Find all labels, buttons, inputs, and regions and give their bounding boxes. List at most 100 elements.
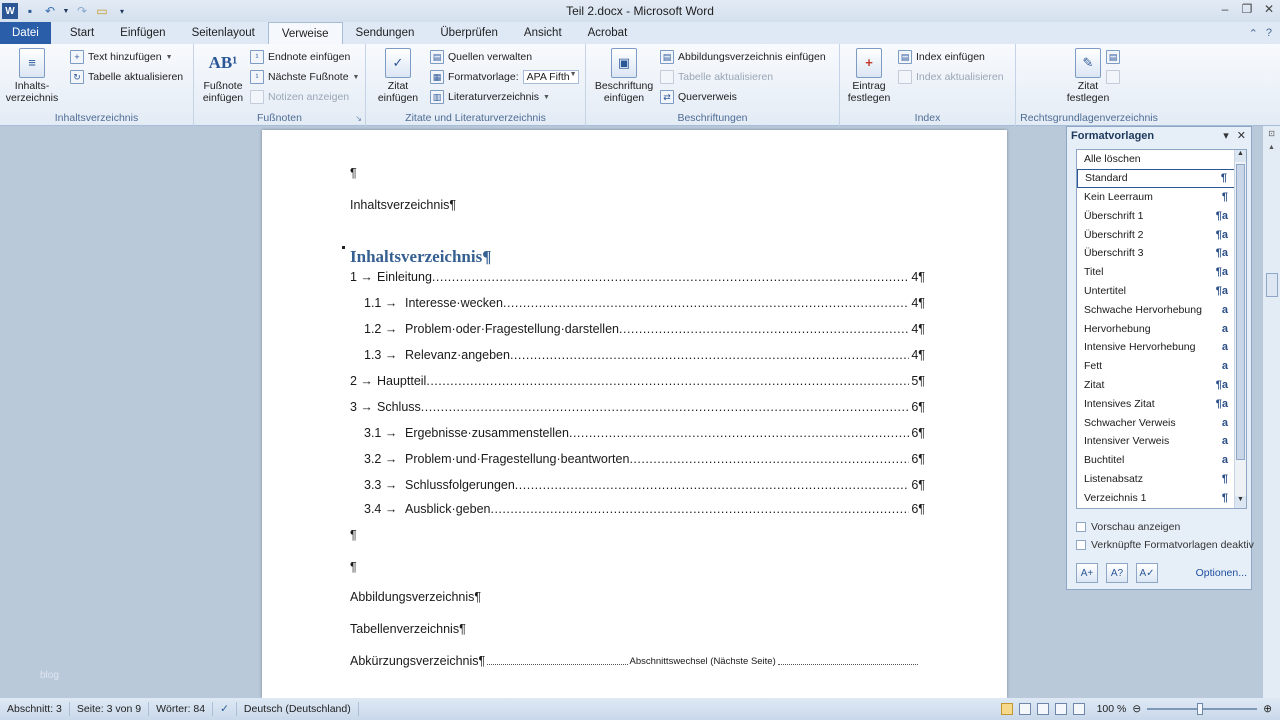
insert-figures-list-button[interactable]: ▤ Abbildungsverzeichnis einfügen	[660, 48, 826, 66]
style-item[interactable]: Überschrift 1 ¶a	[1077, 206, 1246, 225]
toc-entry[interactable]: 1.2 → Problem·oder·Fragestellung·darstell…	[364, 322, 925, 336]
restore-icon[interactable]: ❐	[1236, 0, 1258, 18]
print-layout-icon[interactable]	[1000, 703, 1013, 715]
figures-list-line[interactable]: Abbildungsverzeichnis¶	[350, 590, 481, 604]
style-item[interactable]: Intensiver Verweis a	[1077, 432, 1246, 451]
scroll-up-icon[interactable]: ▲	[1263, 144, 1280, 151]
toc-entry[interactable]: 3.2 → Problem·und·Fragestellung·beantwort…	[364, 452, 925, 466]
style-item[interactable]: Kein Leerraum ¶	[1077, 188, 1246, 207]
abbreviations-line[interactable]: Abkürzungsverzeichnis¶ Abschnittswechsel…	[350, 654, 920, 668]
insert-authorities-button[interactable]: ▤	[1106, 48, 1120, 66]
style-item[interactable]: Titel ¶a	[1077, 263, 1246, 282]
minimize-icon[interactable]: –	[1214, 0, 1236, 18]
update-authorities-button[interactable]	[1106, 68, 1120, 86]
status-words[interactable]: Wörter: 84	[149, 702, 214, 716]
status-language[interactable]: Deutsch (Deutschland)	[237, 702, 359, 716]
styles-scroll-thumb[interactable]	[1236, 164, 1245, 460]
show-notes-button[interactable]: Notizen anzeigen	[250, 88, 349, 106]
zoom-in-icon[interactable]: ⊕	[1263, 703, 1272, 715]
zoom-level[interactable]: 100 %	[1097, 703, 1127, 715]
style-item[interactable]: Schwacher Verweis a	[1077, 413, 1246, 432]
zoom-out-icon[interactable]: ⊖	[1132, 703, 1141, 715]
tab-ueberpruefen[interactable]: Überprüfen	[427, 22, 511, 44]
empty-paragraph[interactable]: ¶	[350, 528, 357, 542]
style-item[interactable]: Intensives Zitat ¶a	[1077, 394, 1246, 413]
style-selector[interactable]: ▦ Formatvorlage: APA Fifth ▼	[430, 68, 579, 86]
minimize-ribbon-icon[interactable]: ⌃	[1249, 27, 1258, 40]
style-item[interactable]: Untertitel ¶a	[1077, 282, 1246, 301]
update-figures-table-button[interactable]: Tabelle aktualisieren	[660, 68, 773, 86]
update-toc-button[interactable]: ↻ Tabelle aktualisieren	[70, 68, 183, 86]
toc-entry[interactable]: 3.4 → Ausblick·geben 6¶	[364, 502, 925, 516]
document-scroll-thumb[interactable]	[1266, 273, 1278, 297]
web-layout-icon[interactable]	[1036, 703, 1049, 715]
mark-entry-button[interactable]: + Eintrag festlegen	[844, 48, 894, 104]
style-item[interactable]: Buchtitel a	[1077, 451, 1246, 470]
styles-scrollbar[interactable]: ▲ ▼	[1234, 150, 1246, 508]
toc-entry[interactable]: 1.1 → Interesse·wecken 4¶	[364, 296, 925, 310]
document-page[interactable]: ¶ Inhaltsverzeichnis¶ Inhaltsverzeichnis…	[262, 130, 1007, 698]
tab-acrobat[interactable]: Acrobat	[575, 22, 641, 44]
toc-entry[interactable]: 1 → Einleitung 4¶	[350, 270, 925, 284]
style-item[interactable]: Zitat ¶a	[1077, 376, 1246, 395]
new-style-icon[interactable]: A+	[1076, 563, 1098, 583]
toc-entry[interactable]: 2 → Hauptteil 5¶	[350, 374, 925, 388]
insert-index-button[interactable]: ▤ Index einfügen	[898, 48, 985, 66]
style-item[interactable]: Hervorhebung a	[1077, 319, 1246, 338]
style-item[interactable]: Listenabsatz ¶	[1077, 470, 1246, 489]
ruler-toggle-icon[interactable]: ⊡	[1263, 129, 1280, 138]
tab-ansicht[interactable]: Ansicht	[511, 22, 575, 44]
scroll-down-icon[interactable]: ▼	[1235, 496, 1246, 508]
document-scrollbar[interactable]: ⊡ ▲	[1262, 126, 1280, 698]
toc-entry[interactable]: 3.1 → Ergebnisse·zusammenstellen 6¶	[364, 426, 925, 440]
toc-button[interactable]: ≡ Inhalts- verzeichnis	[4, 48, 60, 104]
close-icon[interactable]: ✕	[1258, 0, 1280, 18]
pane-options-icon[interactable]: ▾	[1223, 129, 1229, 142]
draft-icon[interactable]	[1072, 703, 1085, 715]
insert-footnote-button[interactable]: AB¹ Fußnote einfügen	[200, 48, 246, 104]
style-item[interactable]: Fett a	[1077, 357, 1246, 376]
tables-list-line[interactable]: Tabellenverzeichnis¶	[350, 622, 466, 636]
add-text-button[interactable]: + Text hinzufügen ▼	[70, 48, 173, 66]
style-item[interactable]: Intensive Hervorhebung a	[1077, 338, 1246, 357]
style-item[interactable]: Alle löschen	[1077, 150, 1246, 169]
full-screen-icon[interactable]	[1018, 703, 1031, 715]
style-item[interactable]: Standard ¶	[1077, 168, 1246, 188]
insert-caption-button[interactable]: ▣ Beschriftung einfügen	[590, 48, 658, 104]
tab-datei[interactable]: Datei	[0, 22, 51, 44]
manage-sources-button[interactable]: ▤ Quellen verwalten	[430, 48, 532, 66]
bibliography-button[interactable]: ▥ Literaturverzeichnis ▼	[430, 88, 550, 106]
style-item[interactable]: Überschrift 3 ¶a	[1077, 244, 1246, 263]
scroll-up-icon[interactable]: ▲	[1235, 150, 1246, 162]
status-page[interactable]: Seite: 3 von 9	[70, 702, 150, 716]
style-item[interactable]: Überschrift 2 ¶a	[1077, 225, 1246, 244]
next-footnote-button[interactable]: ¹ Nächste Fußnote ▼	[250, 68, 359, 86]
tab-verweise[interactable]: Verweise	[267, 22, 343, 44]
insert-citation-button[interactable]: ✓ Zitat einfügen	[370, 48, 426, 104]
insert-endnote-button[interactable]: ¹ Endnote einfügen	[250, 48, 350, 66]
tab-seitenlayout[interactable]: Seitenlayout	[179, 22, 268, 44]
style-inspector-icon[interactable]: A?	[1106, 563, 1128, 583]
tab-einfuegen[interactable]: Einfügen	[107, 22, 178, 44]
dialog-launcher-icon[interactable]: ↘	[355, 114, 362, 123]
manage-styles-icon[interactable]: A✓	[1136, 563, 1158, 583]
cross-reference-button[interactable]: ⇄ Querverweis	[660, 88, 737, 106]
style-dropdown[interactable]: APA Fifth ▼	[522, 70, 579, 84]
zoom-slider[interactable]	[1147, 703, 1258, 715]
proofing-icon[interactable]: ✓	[213, 702, 237, 716]
outline-icon[interactable]	[1054, 703, 1067, 715]
zoom-knob[interactable]	[1197, 703, 1204, 715]
close-pane-icon[interactable]: ✕	[1237, 129, 1246, 142]
toc-entry[interactable]: 1.3 → Relevanz·angeben 4¶	[364, 348, 925, 362]
preview-checkbox[interactable]: Vorschau anzeigen	[1076, 521, 1180, 533]
update-index-button[interactable]: Index aktualisieren	[898, 68, 1004, 86]
tab-sendungen[interactable]: Sendungen	[343, 22, 428, 44]
style-item[interactable]: Verzeichnis 1 ¶	[1077, 488, 1246, 507]
empty-paragraph[interactable]: ¶	[350, 560, 357, 574]
options-link[interactable]: Optionen...	[1196, 567, 1247, 579]
status-section[interactable]: Abschnitt: 3	[0, 702, 70, 716]
tab-start[interactable]: Start	[57, 22, 107, 44]
empty-paragraph[interactable]: ¶	[350, 166, 357, 180]
linked-styles-checkbox[interactable]: Verknüpfte Formatvorlagen deaktiv	[1076, 539, 1254, 551]
help-icon[interactable]: ?	[1266, 27, 1272, 39]
